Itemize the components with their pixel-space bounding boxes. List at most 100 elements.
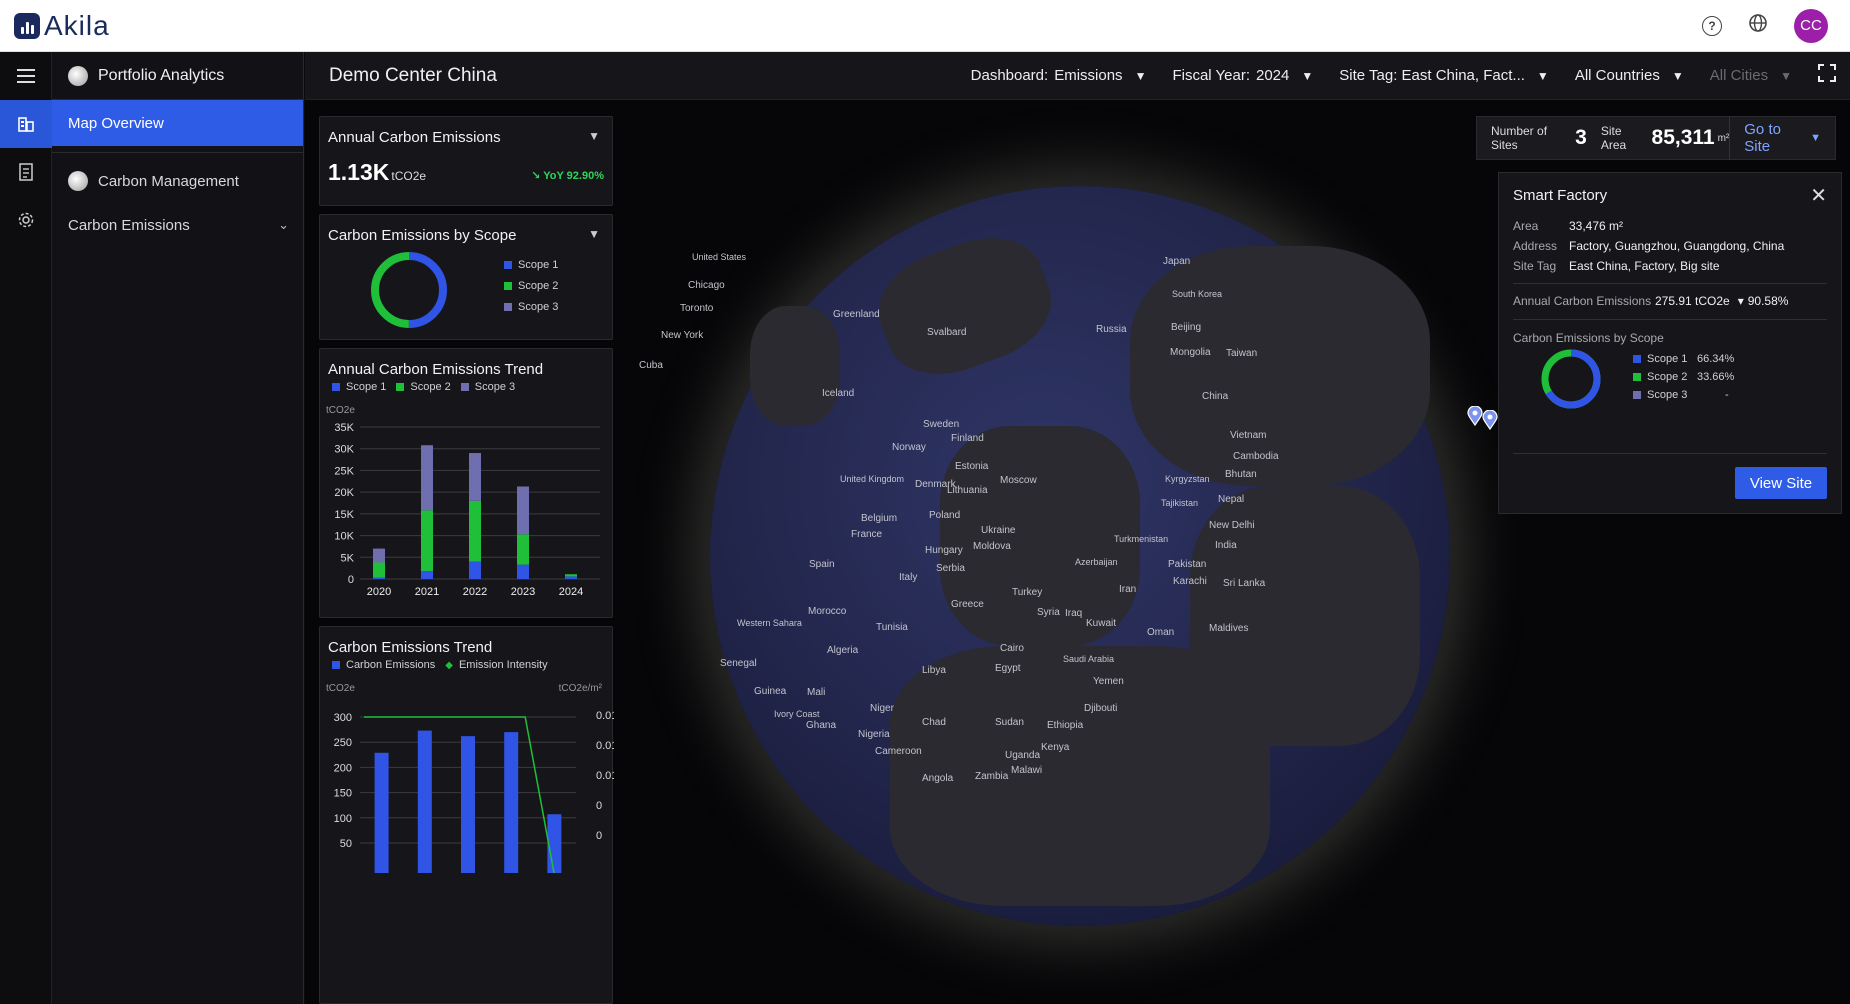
bar-scope-2-2022[interactable] [469, 500, 481, 562]
legend-item: Scope 1 66.34% [1633, 353, 1734, 365]
bar-scope-1-2022[interactable] [469, 561, 481, 579]
user-avatar[interactable]: CC [1794, 8, 1828, 43]
sites-count-label: Number of Sites [1491, 124, 1548, 152]
bar-scope-3-2020[interactable] [373, 548, 385, 563]
bar-scope-2-2023[interactable] [517, 534, 529, 565]
help-icon[interactable]: ? [1702, 15, 1722, 36]
map-label: Tunisia [876, 622, 908, 633]
map-label: Malawi [1011, 765, 1042, 776]
sites-count-value: 3 [1575, 126, 1587, 149]
y-tick-label: 30K [334, 444, 354, 456]
akila-logo[interactable]: Akila [14, 10, 110, 42]
bar-scope-1-2024[interactable] [565, 576, 577, 579]
globe-badge-icon [68, 65, 88, 86]
map-label: Estonia [955, 461, 989, 472]
map-label: Toronto [680, 303, 714, 314]
emission-intensity-line[interactable] [364, 716, 555, 873]
bar-scope-2-2020[interactable] [373, 562, 385, 578]
akila-logo-icon [14, 12, 40, 39]
legend-item: Scope 3- [1633, 389, 1734, 401]
map-label: Taiwan [1226, 348, 1257, 359]
site-pin-icon[interactable] [1482, 410, 1498, 430]
map-label: Nigeria [858, 729, 890, 740]
fullscreen-icon[interactable] [1818, 64, 1836, 87]
chevron-down-icon[interactable]: ▼ [588, 129, 600, 143]
map-label: Cameroon [875, 746, 922, 757]
legend-item[interactable]: Scope 2 [396, 381, 451, 393]
map-label: Djibouti [1084, 703, 1117, 714]
bar-scope-1-2021[interactable] [421, 571, 433, 579]
site-tag-select[interactable]: Site Tag: East China, Fact... ▼ [1339, 67, 1549, 84]
site-tag-row: Site Tag East China, Factory, Big site [1513, 259, 1720, 273]
go-to-site-dropdown[interactable]: Go to Site ▼ [1729, 116, 1835, 160]
ce-trend-legend: Carbon Emissions ◆ Emission Intensity [332, 659, 548, 671]
chevron-down-icon: ▼ [1134, 68, 1147, 83]
map-label: Tajikistan [1161, 498, 1198, 508]
map-label: Moscow [1000, 475, 1037, 486]
bar-scope-3-2023[interactable] [517, 486, 529, 535]
map-label: Sweden [923, 419, 959, 430]
map-view[interactable]: United States Chicago Toronto New York Cuba G… [305, 100, 1850, 1004]
x-tick-label: 2020 [367, 586, 391, 598]
legend-item[interactable]: Carbon Emissions [332, 659, 435, 671]
map-label: India [1215, 540, 1237, 551]
countries-select[interactable]: All Countries ▼ [1575, 67, 1684, 84]
map-label: Angola [922, 773, 954, 784]
fiscal-year-select[interactable]: Fiscal Year: 2024 ▼ [1172, 67, 1313, 84]
rail-analytics-button[interactable] [0, 100, 52, 148]
site-area-unit: m² [1717, 132, 1730, 144]
scope-card: Carbon Emissions by Scope ▼ Scope 1 Scop… [319, 214, 613, 340]
caret-down-icon: ▼ [1810, 132, 1822, 144]
field-label: Site Tag [1513, 259, 1557, 273]
y-tick-label: 20K [334, 487, 354, 499]
sidebar-item-map-overview[interactable]: Map Overview [52, 100, 303, 146]
map-label: Cuba [639, 360, 663, 371]
sidebar-section-portfolio[interactable]: Portfolio Analytics [52, 52, 303, 100]
cities-value: All Cities [1709, 67, 1769, 84]
bar-scope-2-2024[interactable] [565, 574, 577, 577]
legend-item[interactable]: Scope 3 [460, 381, 515, 393]
view-site-button[interactable]: View Site [1735, 467, 1827, 499]
document-icon [19, 163, 33, 181]
site-name: Smart Factory [1513, 187, 1608, 204]
bar-scope-3-2021[interactable] [421, 445, 433, 511]
menu-toggle-button[interactable] [0, 52, 52, 100]
rail-reports-button[interactable] [0, 148, 52, 196]
map-label: Sudan [995, 717, 1024, 728]
bar-scope-3-2022[interactable] [469, 453, 481, 501]
map-label: Greenland [833, 309, 880, 320]
map-label: Saudi Arabia [1063, 654, 1114, 664]
card-title: Annual Carbon Emissions Trend [328, 361, 544, 378]
map-label: Senegal [720, 658, 757, 669]
globe-icon[interactable] [1748, 13, 1768, 38]
field-value: 275.91 tCO2e [1655, 294, 1730, 308]
close-icon[interactable]: ✕ [1810, 183, 1827, 208]
legend-item[interactable]: ◆ Emission Intensity [445, 659, 547, 671]
legend-item[interactable]: Scope 1 [332, 381, 386, 393]
card-title: Carbon Emissions Trend [328, 639, 493, 656]
map-label: Chicago [688, 280, 725, 291]
bar-carbon-emissions-0[interactable] [374, 752, 389, 873]
bar-carbon-emissions-2[interactable] [461, 736, 475, 873]
map-label: Niger [870, 703, 895, 714]
dashboard-select[interactable]: Dashboard: Emissions ▼ [971, 67, 1147, 84]
y-tick-label: 150 [334, 788, 352, 800]
sidebar-item-carbon-emissions[interactable]: Carbon Emissions ⌄ [52, 203, 303, 247]
map-label: Ivory Coast [774, 709, 820, 719]
bar-carbon-emissions-3[interactable] [504, 732, 519, 873]
chevron-down-icon[interactable]: ▼ [588, 227, 600, 241]
cities-select[interactable]: All Cities ▼ [1710, 67, 1792, 84]
site-pin-icon[interactable] [1467, 406, 1483, 426]
bar-carbon-emissions-1[interactable] [417, 730, 432, 873]
bar-scope-1-2023[interactable] [517, 564, 529, 579]
bar-carbon-emissions-4[interactable] [547, 814, 562, 873]
bar-scope-2-2021[interactable] [421, 510, 433, 572]
map-label: Vietnam [1230, 430, 1267, 441]
bar-scope-1-2020[interactable] [373, 577, 385, 579]
legend-item: Scope 2 33.66% [1633, 371, 1734, 383]
sidebar-item-label: Map Overview [68, 114, 164, 132]
sidebar-section-carbon[interactable]: Carbon Management [52, 159, 303, 203]
map-label: New Delhi [1209, 520, 1255, 531]
rail-settings-button[interactable] [0, 196, 52, 244]
y-tick-label: 250 [334, 737, 352, 749]
